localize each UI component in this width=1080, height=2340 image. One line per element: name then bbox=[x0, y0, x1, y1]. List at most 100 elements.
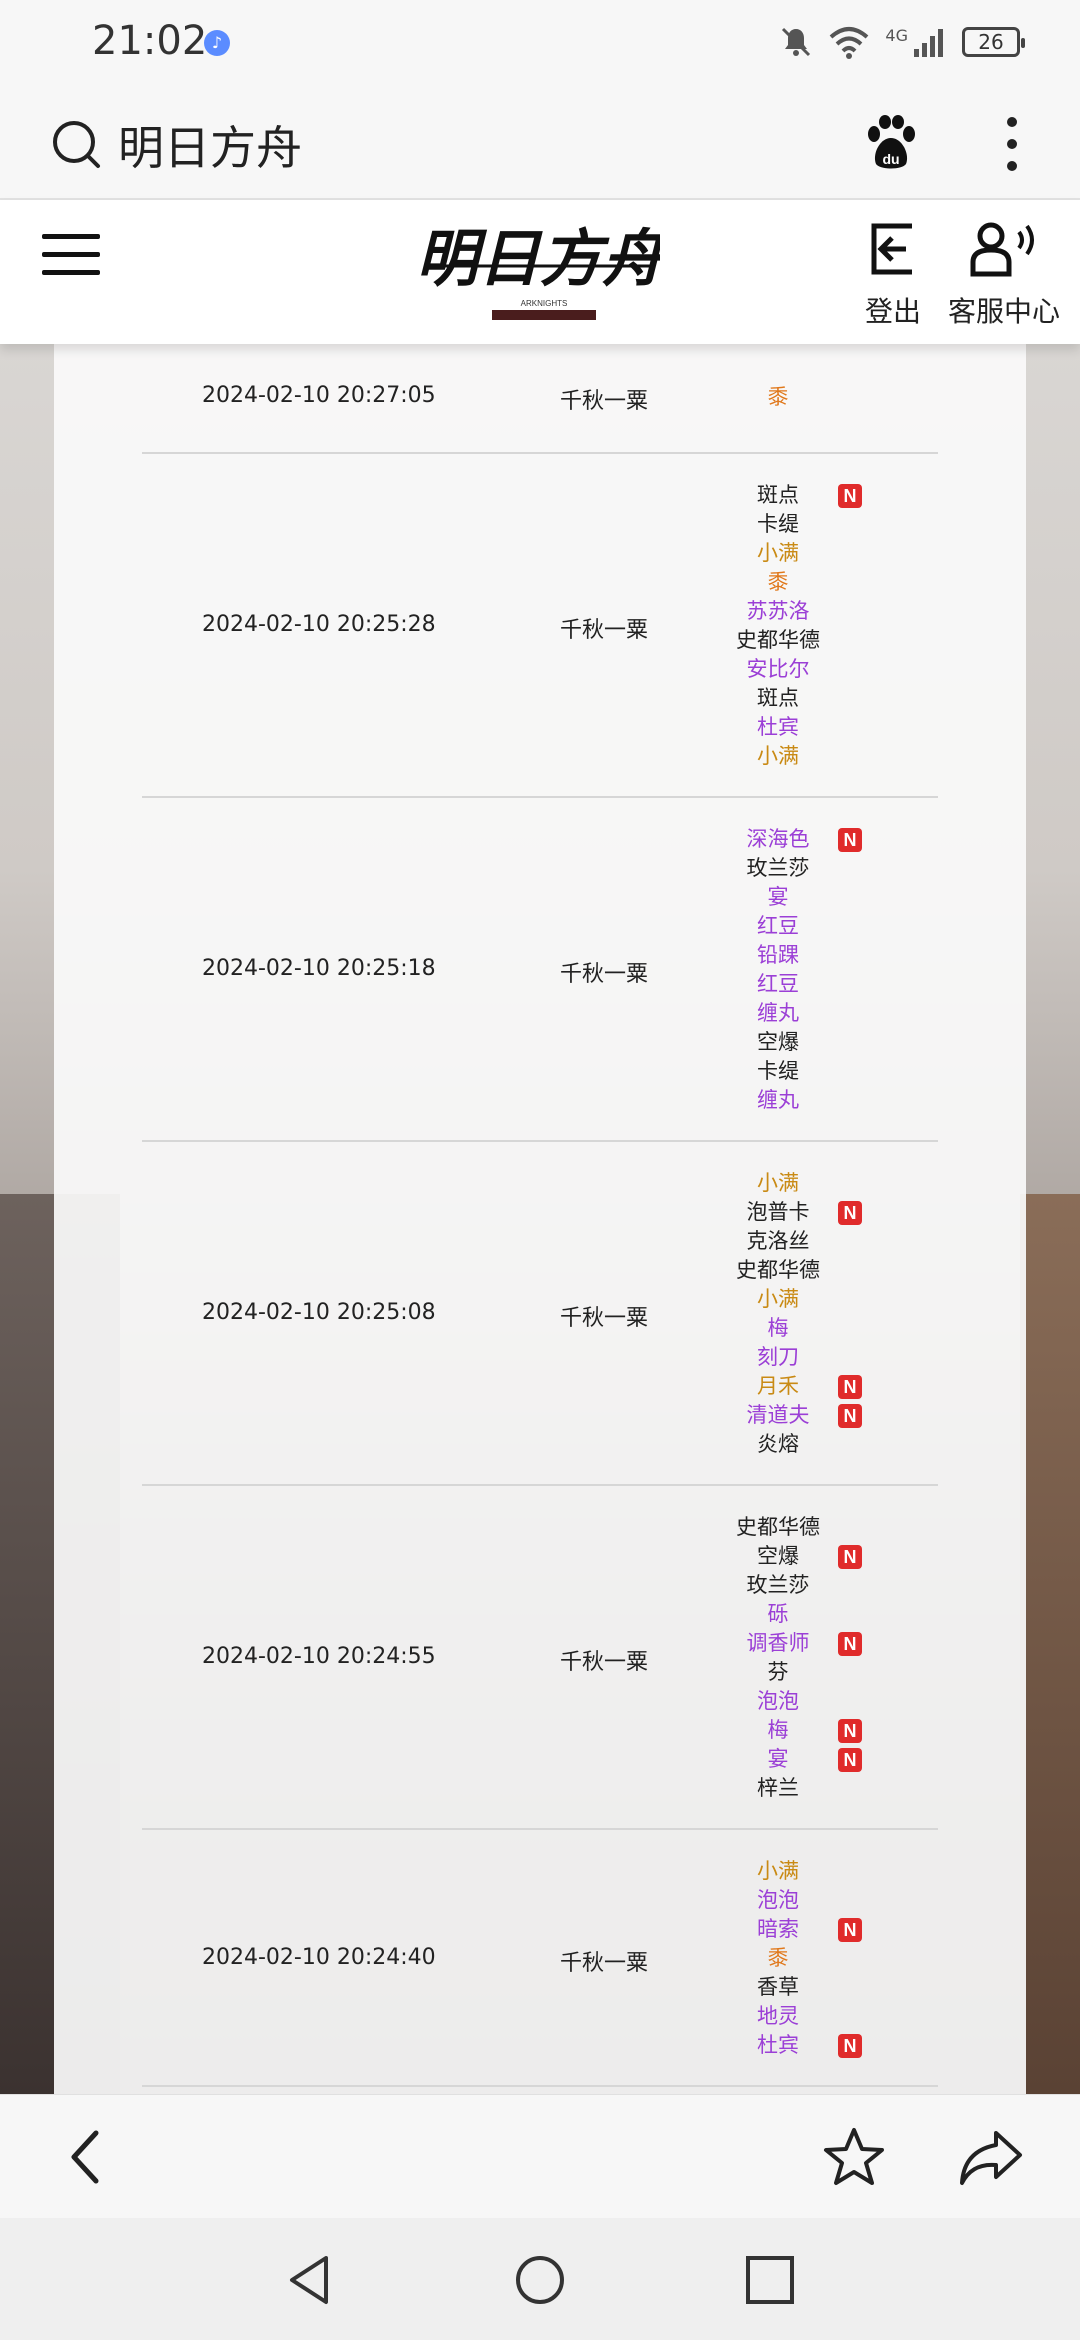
search-query[interactable]: 明日方舟 bbox=[118, 112, 302, 178]
record-time: 2024-02-10 20:25:18 bbox=[202, 956, 436, 981]
operator-name: 小满 bbox=[728, 742, 828, 771]
operator-label: 缠丸 bbox=[757, 1001, 799, 1025]
customer-service-button[interactable]: 客服中心 bbox=[944, 218, 1064, 330]
bookmark-star-icon[interactable] bbox=[822, 2125, 886, 2189]
gacha-record-panel[interactable]: 2024-02-10 20:27:05 千秋一粟黍 2024-02-10 20:25… bbox=[54, 344, 1026, 2094]
operator-name: 卡缇 bbox=[728, 510, 828, 539]
operator-label: 调香师 bbox=[746, 1631, 810, 1655]
record-user: 千秋一粟 bbox=[560, 1650, 649, 1675]
record-user: 千秋一粟 bbox=[560, 618, 649, 643]
browser-search-bar[interactable]: 明日方舟 du bbox=[0, 84, 1080, 200]
operator-name: 克洛丝 bbox=[728, 1227, 828, 1256]
operator-name: 小满 bbox=[728, 1285, 828, 1314]
operator-label: 暗索 bbox=[757, 1917, 799, 1941]
system-recent-apps-icon[interactable] bbox=[742, 2252, 798, 2308]
operator-label: 红豆 bbox=[757, 972, 799, 996]
site-header: 明日方舟 ARKNIGHTS 登出 客服中心 bbox=[0, 200, 1080, 344]
new-badge: N bbox=[838, 1748, 862, 1772]
operator-name: 泡普卡 N bbox=[728, 1198, 862, 1227]
operator-name: 黍 bbox=[728, 1944, 828, 1973]
operator-name: 红豆 bbox=[728, 912, 828, 941]
operator-name: 月禾 N bbox=[728, 1372, 862, 1401]
baidu-paw-icon[interactable]: du bbox=[862, 114, 920, 172]
operator-name: 史都华德 bbox=[728, 626, 828, 655]
new-badge: N bbox=[838, 828, 862, 852]
operator-name: 小满 bbox=[728, 1857, 828, 1886]
battery-indicator: 26 bbox=[962, 27, 1025, 57]
search-icon[interactable] bbox=[50, 118, 102, 170]
operator-label: 空爆 bbox=[757, 1544, 799, 1568]
operator-label: 斑点 bbox=[757, 686, 799, 710]
operator-label: 卡缇 bbox=[757, 1059, 799, 1083]
customer-service-icon bbox=[970, 222, 1034, 277]
operator-label: 炎熔 bbox=[757, 1432, 799, 1456]
svg-text:ARKNIGHTS: ARKNIGHTS bbox=[521, 299, 568, 308]
music-note-icon: ♪ bbox=[204, 30, 230, 56]
customer-service-label: 客服中心 bbox=[947, 295, 1060, 328]
logout-button[interactable]: 登出 bbox=[858, 218, 928, 330]
operator-label: 宴 bbox=[767, 885, 789, 909]
operator-name: 暗索 N bbox=[728, 1915, 862, 1944]
operator-list: 史都华德 空爆 N 玫兰莎砾调香师 N 芬泡泡梅 N 宴 N 梓兰 bbox=[728, 1513, 868, 1803]
operator-name: 斑点 bbox=[728, 684, 828, 713]
hamburger-menu-icon[interactable] bbox=[40, 230, 102, 280]
new-badge: N bbox=[838, 1632, 862, 1656]
status-bar: 21:02 ♪ 4G 26 bbox=[0, 0, 1080, 84]
operator-label: 铅踝 bbox=[757, 943, 799, 967]
operator-label: 黍 bbox=[767, 385, 789, 409]
operator-name: 苏苏洛 bbox=[728, 597, 828, 626]
operator-name: 杜宾 bbox=[728, 713, 828, 742]
mute-icon bbox=[782, 27, 811, 57]
operator-label: 红豆 bbox=[757, 914, 799, 938]
back-arrow-icon[interactable] bbox=[58, 2127, 118, 2187]
operator-list: 深海色 N 玫兰莎宴红豆 铅踝 红豆 缠丸 空爆 卡缇 缠丸 bbox=[728, 825, 868, 1115]
operator-label: 小满 bbox=[757, 1171, 799, 1195]
record-time: 2024-02-10 20:24:55 bbox=[202, 1644, 436, 1669]
status-icons: 4G 26 bbox=[779, 22, 1025, 62]
logout-icon bbox=[871, 223, 912, 275]
operator-label: 缠丸 bbox=[757, 1088, 799, 1112]
operator-name: 炎熔 bbox=[728, 1430, 828, 1459]
operator-name: 芬 bbox=[728, 1658, 828, 1687]
record-user: 千秋一粟 bbox=[560, 389, 649, 414]
operator-name: 泡泡 bbox=[728, 1886, 828, 1915]
operator-list: 斑点 N 卡缇 小满黍苏苏洛 史都华德 安比尔 斑点 杜宾 小满 bbox=[728, 481, 868, 771]
arknights-logo[interactable]: 明日方舟 ARKNIGHTS bbox=[420, 214, 660, 330]
operator-label: 史都华德 bbox=[736, 1258, 820, 1282]
operator-label: 史都华德 bbox=[736, 628, 820, 652]
operator-label: 深海色 bbox=[746, 827, 810, 851]
network-label: 4G bbox=[885, 25, 908, 45]
operator-name: 清道夫 N bbox=[728, 1401, 862, 1430]
operator-name: 黍 bbox=[728, 568, 828, 597]
operator-name: 空爆 N bbox=[728, 1542, 862, 1571]
record-row: 2024-02-10 20:24:55 千秋一粟 史都华德 空爆 N 玫兰莎砾调香师 N 芬泡… bbox=[142, 1486, 938, 1830]
operator-name: 宴 bbox=[728, 883, 828, 912]
operator-name: 玫兰莎 bbox=[728, 1571, 828, 1600]
operator-name: 安比尔 bbox=[728, 655, 828, 684]
operator-name: 宴N bbox=[728, 1745, 862, 1774]
share-icon[interactable] bbox=[956, 2125, 1026, 2189]
operator-label: 砾 bbox=[767, 1602, 789, 1626]
system-back-icon[interactable] bbox=[282, 2252, 338, 2308]
operator-name: 小满 bbox=[728, 1169, 828, 1198]
operator-name: 梓兰 bbox=[728, 1774, 828, 1803]
more-options-icon[interactable] bbox=[1000, 114, 1024, 174]
operator-name: 香草 bbox=[728, 1973, 828, 2002]
operator-list: 黍 bbox=[728, 383, 868, 412]
new-badge: N bbox=[838, 1918, 862, 1942]
system-home-icon[interactable] bbox=[512, 2252, 568, 2308]
browser-bottom-nav bbox=[0, 2094, 1080, 2218]
operator-label: 泡普卡 bbox=[746, 1200, 810, 1224]
operator-label: 地灵 bbox=[757, 2004, 799, 2028]
record-time: 2024-02-10 20:25:28 bbox=[202, 612, 436, 637]
operator-name: 史都华德 bbox=[728, 1256, 828, 1285]
new-badge: N bbox=[838, 1545, 862, 1569]
operator-label: 梅 bbox=[767, 1718, 789, 1742]
new-badge: N bbox=[838, 1201, 862, 1225]
operator-label: 玫兰莎 bbox=[746, 856, 810, 880]
record-user: 千秋一粟 bbox=[560, 962, 649, 987]
operator-label: 史都华德 bbox=[736, 1515, 820, 1539]
operator-name: 红豆 bbox=[728, 970, 828, 999]
record-time: 2024-02-10 20:24:40 bbox=[202, 1945, 436, 1970]
operator-label: 苏苏洛 bbox=[746, 599, 810, 623]
